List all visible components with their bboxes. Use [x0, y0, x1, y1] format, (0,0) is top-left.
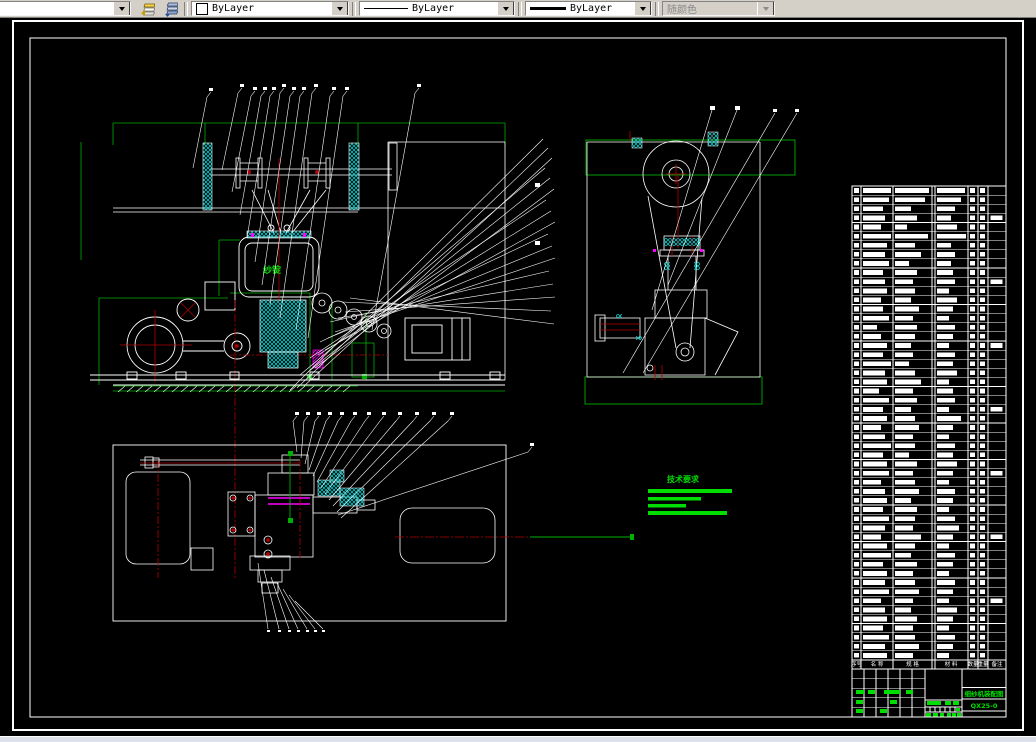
toolbar-separator: [518, 1, 522, 16]
make-layer-current-button[interactable]: [135, 0, 158, 17]
tech-req-title: 技术要求: [667, 474, 700, 484]
svg-text:重量: 重量: [977, 660, 989, 668]
linetype-combo[interactable]: ByLayer: [359, 1, 515, 16]
chevron-down-icon: [118, 6, 125, 11]
linetype-combo-value: ByLayer: [412, 3, 455, 14]
svg-text:序号: 序号: [851, 660, 863, 668]
linetype-sample: [364, 8, 408, 9]
chevron-down-icon: [639, 6, 646, 11]
object-properties-toolbar: ByLayer ByLayer ByLayer 随颜色: [0, 0, 1036, 18]
titleblock-drawing-name: 细纱机装配图: [965, 689, 1005, 698]
lineweight-combo[interactable]: ByLayer: [525, 1, 652, 16]
spindle-label: 纱锭: [263, 264, 281, 276]
svg-text:规 格: 规 格: [906, 660, 919, 668]
color-swatch: [196, 2, 208, 15]
chevron-down-icon: [762, 6, 769, 11]
status-strip: [0, 736, 1036, 742]
lineweight-combo-value: ByLayer: [570, 3, 613, 14]
layer-combo-dropdown-button[interactable]: [113, 2, 130, 15]
color-combo[interactable]: ByLayer: [191, 1, 349, 16]
titleblock-drawing-number: QX25-0: [971, 702, 998, 710]
lineweight-combo-dropdown-button[interactable]: [634, 2, 651, 15]
layer-previous-button[interactable]: [158, 0, 181, 17]
toolbar-separator: [184, 1, 188, 16]
svg-text:名 称: 名 称: [871, 660, 884, 668]
chevron-down-icon: [502, 6, 509, 11]
cad-application: ByLayer ByLayer ByLayer 随颜色 纱锭 技术要求 序号 名…: [0, 0, 1036, 742]
layer-states-icon: [140, 3, 155, 16]
layer-combo[interactable]: [0, 1, 131, 16]
svg-text:备注: 备注: [991, 660, 1003, 668]
layers-stack-icon: [164, 2, 178, 17]
plotstyle-combo-value: 随颜色: [663, 2, 757, 15]
drawing-canvas[interactable]: 纱锭 技术要求 序号 名 称 规 格 材 料 数量重量 备注 细纱机装配图 QX…: [0, 0, 1036, 742]
chevron-down-icon: [336, 6, 343, 11]
color-combo-dropdown-button[interactable]: [331, 2, 348, 15]
plotstyle-combo-dropdown-button: [757, 2, 774, 15]
plotstyle-combo: 随颜色: [662, 1, 775, 16]
toolbar-separator: [655, 1, 659, 16]
color-combo-value: ByLayer: [212, 3, 255, 14]
lineweight-sample: [530, 7, 566, 10]
layer-combo-value: [0, 2, 113, 15]
svg-text:材 料: 材 料: [945, 660, 958, 668]
linetype-combo-dropdown-button[interactable]: [497, 2, 514, 15]
toolbar-separator: [352, 1, 356, 16]
